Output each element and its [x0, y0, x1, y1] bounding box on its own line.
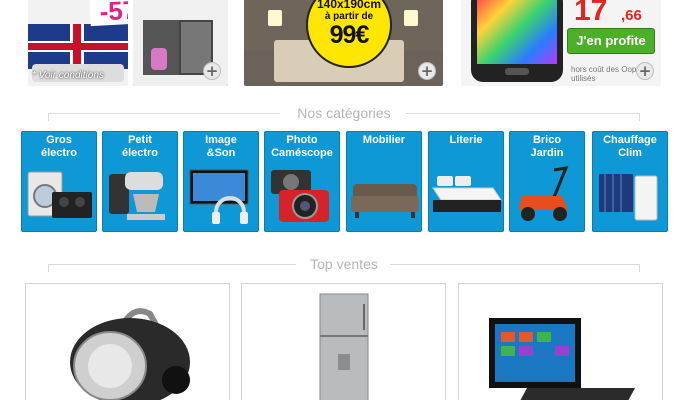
category-label: Chauffage: [603, 134, 657, 146]
category-tile-photo-camescope[interactable]: Photo Caméscope: [264, 131, 340, 232]
product-card-fridge[interactable]: [241, 283, 446, 400]
sticker-size: 140x190cm: [316, 0, 382, 11]
category-label-line2: électro: [40, 147, 78, 159]
category-tile-petit-electro[interactable]: Petit électro: [102, 131, 178, 232]
top-sales-header: Top ventes: [48, 256, 640, 272]
top-sales-title: Top ventes: [310, 256, 378, 272]
washing-machine-icon: [22, 166, 96, 228]
heater-icon: [593, 166, 667, 228]
category-label-line2: &Son: [206, 147, 236, 159]
lamp-icon: [404, 10, 418, 26]
promo-banner-smartphone[interactable]: 17 ,66 J'en profite hors coût des Oopad …: [461, 0, 661, 86]
bed-icon: [429, 166, 503, 228]
union-jack-sofa-image: [28, 24, 128, 69]
camera-icon: [265, 166, 339, 228]
category-tile-literie[interactable]: Literie: [428, 131, 504, 232]
page: -57% * Voir conditions + 140x190cm à par…: [0, 0, 692, 400]
categories-header: Nos catégories: [48, 105, 640, 121]
fridge-icon: [242, 284, 445, 400]
category-label: Photo: [286, 134, 318, 146]
category-label-line2: Caméscope: [271, 147, 333, 159]
jen-profite-button[interactable]: J'en profite: [567, 28, 655, 54]
lamp-icon: [268, 10, 282, 26]
expand-plus-icon[interactable]: +: [636, 62, 654, 80]
category-label: Petit: [128, 134, 152, 146]
sticker-price: 99€: [329, 21, 370, 49]
category-label: Mobilier: [362, 134, 406, 146]
category-tile-gros-electro[interactable]: Gros électro: [21, 131, 97, 232]
category-tile-brico-jardin[interactable]: Brico Jardin: [509, 131, 585, 232]
phone-price-cents: ,66: [621, 7, 642, 24]
category-tile-chauffage-clim[interactable]: Chauffage Clim: [592, 131, 668, 232]
category-label: Literie: [449, 134, 483, 146]
laptop-icon: [459, 284, 662, 400]
category-label-line2: Jardin: [530, 147, 564, 159]
tv-headphones-icon: [184, 166, 258, 228]
product-card-vacuum[interactable]: [25, 283, 230, 400]
category-label-line2: Clim: [618, 147, 642, 159]
promo-discount: -57%: [89, 0, 128, 27]
promo-banner-desk[interactable]: +: [133, 0, 228, 86]
categories-title: Nos catégories: [297, 105, 391, 121]
promo-banner-bed[interactable]: 140x190cm à partir de 99€ +: [244, 0, 443, 86]
stand-mixer-icon: [103, 166, 177, 228]
promo-banner-furniture-sale[interactable]: -57% * Voir conditions: [28, 0, 128, 86]
product-card-laptop[interactable]: [458, 283, 663, 400]
category-label-line2: électro: [121, 147, 159, 159]
smartphone-image: [471, 0, 563, 82]
category-label: Image: [205, 134, 237, 146]
promo-conditions[interactable]: * Voir conditions: [32, 70, 104, 82]
category-label: Brico: [532, 134, 562, 146]
expand-plus-icon[interactable]: +: [203, 62, 221, 80]
sofa-icon: [347, 166, 421, 228]
desk-image: [143, 20, 213, 75]
vacuum-cleaner-icon: [26, 284, 229, 400]
expand-plus-icon[interactable]: +: [418, 62, 436, 80]
phone-price: 17: [574, 0, 608, 27]
category-label: Gros: [46, 134, 72, 146]
category-tile-mobilier[interactable]: Mobilier: [346, 131, 422, 232]
category-tile-image-son[interactable]: Image &Son: [183, 131, 259, 232]
lawn-mower-icon: [510, 166, 584, 228]
